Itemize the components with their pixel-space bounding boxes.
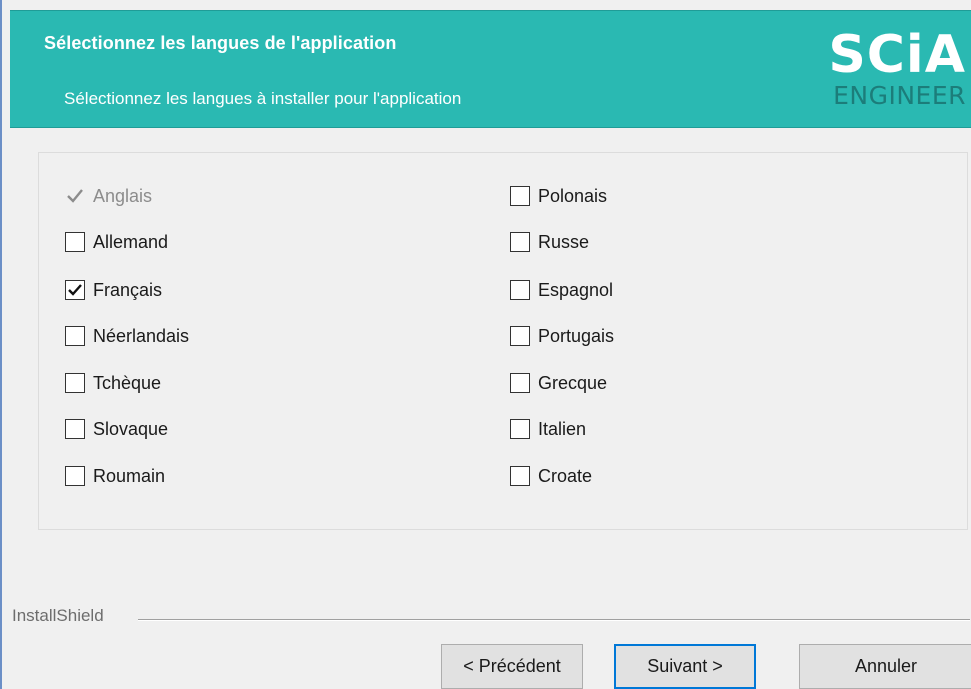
checkmark-icon (67, 189, 83, 203)
checkbox-grecque[interactable] (510, 373, 530, 393)
checkbox-croate[interactable] (510, 466, 530, 486)
language-option-francais[interactable]: Français (65, 278, 162, 302)
language-option-anglais: Anglais (65, 184, 152, 208)
language-option-grecque[interactable]: Grecque (510, 371, 607, 395)
language-option-portugais[interactable]: Portugais (510, 324, 614, 348)
next-button[interactable]: Suivant > (614, 644, 756, 689)
language-option-croate[interactable]: Croate (510, 464, 592, 488)
language-label: Slovaque (93, 418, 169, 439)
checkbox-portugais[interactable] (510, 326, 530, 346)
header-banner: Sélectionnez les langues de l'applicatio… (10, 10, 971, 128)
checkbox-anglais (65, 186, 85, 206)
language-label: Anglais (93, 185, 153, 206)
checkbox-tcheque[interactable] (65, 373, 85, 393)
language-option-neerlandais[interactable]: Néerlandais (65, 324, 189, 348)
language-label: Polonais (538, 185, 608, 206)
checkbox-russe[interactable] (510, 232, 530, 252)
language-label: Tchèque (93, 372, 162, 393)
content-area: Anglais Allemand Français Néerlandais Tc… (10, 128, 971, 628)
checkbox-francais[interactable] (65, 280, 85, 300)
checkbox-italien[interactable] (510, 419, 530, 439)
language-option-allemand[interactable]: Allemand (65, 230, 168, 254)
language-label: Espagnol (538, 279, 614, 300)
checkbox-allemand[interactable] (65, 232, 85, 252)
language-label: Portugais (538, 325, 615, 346)
installshield-brand: InstallShield (12, 606, 104, 625)
language-option-roumain[interactable]: Roumain (65, 464, 165, 488)
language-label: Croate (538, 465, 593, 486)
page-subtitle: Sélectionnez les langues à installer pou… (64, 89, 462, 108)
footer-separator (138, 619, 970, 621)
checkbox-polonais[interactable] (510, 186, 530, 206)
language-option-tcheque[interactable]: Tchèque (65, 371, 161, 395)
checkbox-espagnol[interactable] (510, 280, 530, 300)
language-label: Français (93, 279, 163, 300)
checkbox-roumain[interactable] (65, 466, 85, 486)
language-label: Grecque (538, 372, 608, 393)
page-title: Sélectionnez les langues de l'applicatio… (44, 33, 397, 53)
language-label: Néerlandais (93, 325, 190, 346)
checkbox-neerlandais[interactable] (65, 326, 85, 346)
installer-window: Sélectionnez les langues de l'applicatio… (0, 0, 971, 689)
logo-main-text: SCiA (828, 25, 966, 85)
logo-sub-text: ENGINEER (833, 81, 966, 110)
cancel-button[interactable]: Annuler (799, 644, 971, 689)
back-button[interactable]: < Précédent (441, 644, 583, 689)
language-label: Roumain (93, 465, 166, 486)
language-option-polonais[interactable]: Polonais (510, 184, 607, 208)
language-option-russe[interactable]: Russe (510, 230, 589, 254)
language-option-italien[interactable]: Italien (510, 417, 586, 441)
language-label: Italien (538, 418, 587, 439)
language-label: Russe (538, 231, 590, 252)
checkmark-icon (68, 284, 82, 296)
language-label: Allemand (93, 231, 169, 252)
language-group: Anglais Allemand Français Néerlandais Tc… (38, 152, 968, 530)
language-option-slovaque[interactable]: Slovaque (65, 417, 168, 441)
language-option-espagnol[interactable]: Espagnol (510, 278, 613, 302)
scia-engineer-logo: SCiA ENGINEER (816, 29, 966, 119)
checkbox-slovaque[interactable] (65, 419, 85, 439)
